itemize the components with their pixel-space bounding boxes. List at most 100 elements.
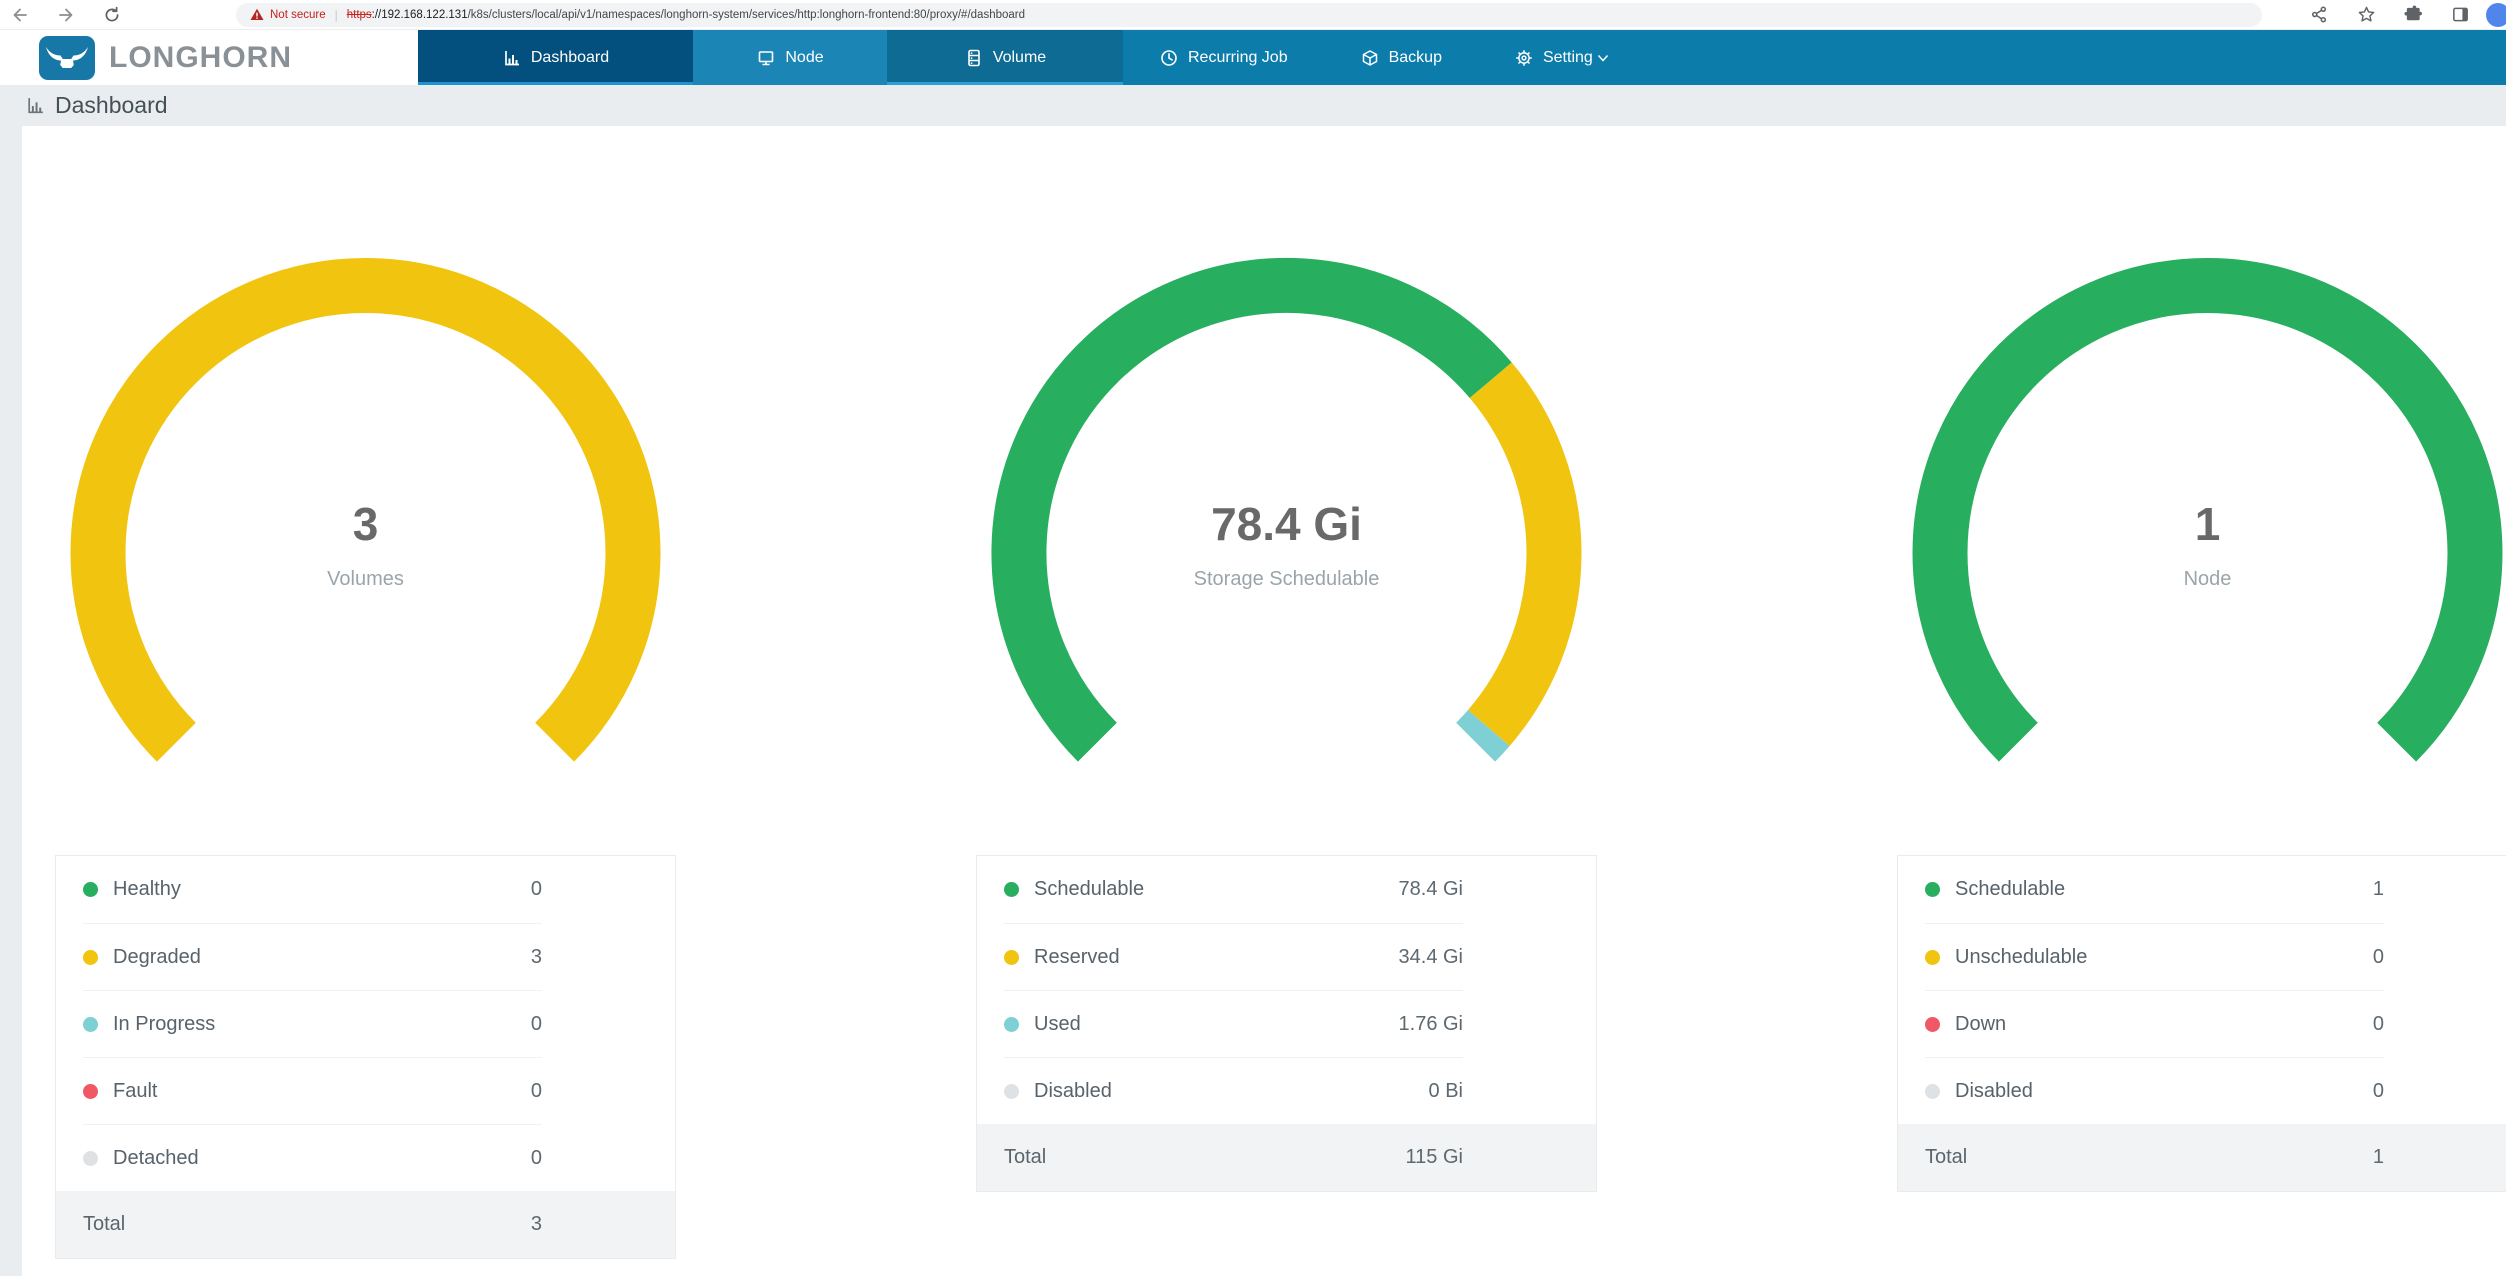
dashboard-icon <box>502 48 522 68</box>
clock-icon <box>1159 48 1179 68</box>
legend-label: Detached <box>113 1147 199 1170</box>
legend-dot <box>83 950 98 965</box>
url-host: ://192.168.122.131 <box>372 9 468 21</box>
legend-label: Disabled <box>1034 1080 1112 1103</box>
dashboard-card: 3 Volumes Healthy0Degraded3In Progress0F… <box>22 126 2506 1276</box>
legend-label: Disabled <box>1955 1080 2033 1103</box>
star-icon <box>2357 5 2376 24</box>
legend-value: 1.76 Gi <box>1399 1013 1463 1036</box>
volume-icon <box>964 48 984 68</box>
legend-row: Down 0 <box>1925 990 2384 1057</box>
security-status-text: Not secure <box>270 9 326 21</box>
nav-item-node[interactable]: Node <box>693 30 887 85</box>
nav-item-setting[interactable]: Setting <box>1478 30 1645 85</box>
legend-total-row: Total 115 Gi <box>977 1124 1596 1191</box>
total-value: 115 Gi <box>1406 1146 1463 1169</box>
nav-label: Setting <box>1543 49 1593 67</box>
storage-caption: Storage Schedulable <box>976 568 1597 591</box>
share-button[interactable] <box>2309 5 2329 25</box>
node-panel: 1 Node Schedulable1Unschedulable0Down0Di… <box>1897 253 2506 1276</box>
legend-value: 78.4 Gi <box>1399 878 1463 901</box>
backup-box-icon <box>1360 48 1380 68</box>
legend-dot <box>83 1151 98 1166</box>
legend-total-row: Total3 <box>56 1191 675 1258</box>
legend-row: Disabled 0 <box>1925 1057 2384 1124</box>
legend-label: Unschedulable <box>1955 946 2087 969</box>
legend-value: 0 <box>2373 1013 2384 1036</box>
node-count: 1 <box>1897 501 2506 547</box>
forward-button[interactable] <box>56 5 76 25</box>
reload-button[interactable] <box>102 5 122 25</box>
legend-row: Schedulable1 <box>1925 856 2384 923</box>
address-bar[interactable]: Not secure | https://192.168.122.131/k8s… <box>236 3 2262 27</box>
legend-label: Degraded <box>113 946 201 969</box>
legend-row: Disabled 0 Bi <box>1004 1057 1463 1124</box>
total-label: Total <box>1925 1146 1967 1169</box>
legend-total-row: Total1 <box>1898 1124 2506 1191</box>
node-gauge: 1 Node <box>1897 253 2506 768</box>
total-label: Total <box>1004 1146 1046 1169</box>
nav-label: Dashboard <box>531 49 609 67</box>
chevron-down-icon <box>1597 54 1609 62</box>
legend-value: 34.4 Gi <box>1399 946 1463 969</box>
legend-label: Healthy <box>113 878 181 901</box>
side-panel-button[interactable] <box>2450 5 2470 25</box>
legend-dot <box>83 1084 98 1099</box>
legend-value: 0 <box>531 1013 542 1036</box>
legend-dot <box>1004 1017 1019 1032</box>
brand-name: LONGHORN <box>109 41 292 75</box>
volumes-gauge: 3 Volumes <box>55 253 676 768</box>
main-nav: Dashboard Node Volume Recurring Job Back… <box>418 30 2506 85</box>
brand-area[interactable]: LONGHORN <box>0 30 418 85</box>
node-legend-table: Schedulable1 Unschedulable 0 Down 0 Disabled 0… <box>1897 855 2506 1192</box>
legend-dot <box>1925 1017 1940 1032</box>
profile-avatar[interactable] <box>2486 3 2506 27</box>
gauge-center-text: 3 Volumes <box>55 501 676 591</box>
omnibox-divider: | <box>335 8 338 22</box>
reload-icon <box>102 5 122 25</box>
legend-label: Schedulable <box>1955 878 2065 901</box>
legend-value: 0 <box>531 1080 542 1103</box>
share-icon <box>2310 5 2329 24</box>
nav-item-volume[interactable]: Volume <box>887 30 1123 85</box>
nav-item-dashboard[interactable]: Dashboard <box>418 30 693 85</box>
legend-value: 0 Bi <box>1429 1080 1463 1103</box>
node-icon <box>756 48 776 68</box>
bookmark-button[interactable] <box>2356 5 2376 25</box>
legend-label: In Progress <box>113 1013 215 1036</box>
legend-row: Unschedulable 0 <box>1925 923 2384 990</box>
legend-dot <box>1925 882 1940 897</box>
legend-row: Healthy0 <box>83 856 542 923</box>
volumes-legend-table: Healthy0Degraded3 In Progress 0 Fault 0 Detac… <box>55 855 676 1259</box>
storage-panel: 78.4 Gi Storage Schedulable Schedulable7… <box>976 253 1597 1276</box>
legend-row: Schedulable78.4 Gi <box>1004 856 1463 923</box>
legend-label: Down <box>1955 1013 2006 1036</box>
legend-dot <box>1925 1084 1940 1099</box>
node-caption: Node <box>1897 568 2506 591</box>
nav-label: Volume <box>993 49 1046 67</box>
app-header: LONGHORN Dashboard Node Volume Recurring… <box>0 30 2506 85</box>
gauge-segment-used <box>1476 728 1489 742</box>
gauge-center-text: 1 Node <box>1897 501 2506 591</box>
legend-dot <box>1004 882 1019 897</box>
storage-schedulable-value: 78.4 Gi <box>976 501 1597 547</box>
storage-legend-table: Schedulable78.4 GiReserved34.4 GiUsed1.7… <box>976 855 1597 1192</box>
side-panel-icon <box>2451 5 2470 24</box>
url-path: /k8s/clusters/local/api/v1/namespaces/lo… <box>468 9 1025 21</box>
legend-value: 0 <box>2373 946 2384 969</box>
legend-value: 0 <box>2373 1080 2384 1103</box>
extensions-button[interactable] <box>2403 5 2423 25</box>
dashboard-title-icon <box>25 95 46 116</box>
nav-label: Recurring Job <box>1188 49 1288 67</box>
legend-label: Fault <box>113 1080 157 1103</box>
legend-row: Reserved34.4 Gi <box>1004 923 1463 990</box>
legend-dot <box>1004 1084 1019 1099</box>
legend-row: Degraded3 <box>83 923 542 990</box>
not-secure-warning-icon <box>250 8 264 21</box>
legend-row: Used1.76 Gi <box>1004 990 1463 1057</box>
legend-dot <box>83 882 98 897</box>
nav-item-backup[interactable]: Backup <box>1324 30 1478 85</box>
total-label: Total <box>83 1213 125 1236</box>
back-button[interactable] <box>10 5 30 25</box>
nav-item-recurring-job[interactable]: Recurring Job <box>1123 30 1324 85</box>
